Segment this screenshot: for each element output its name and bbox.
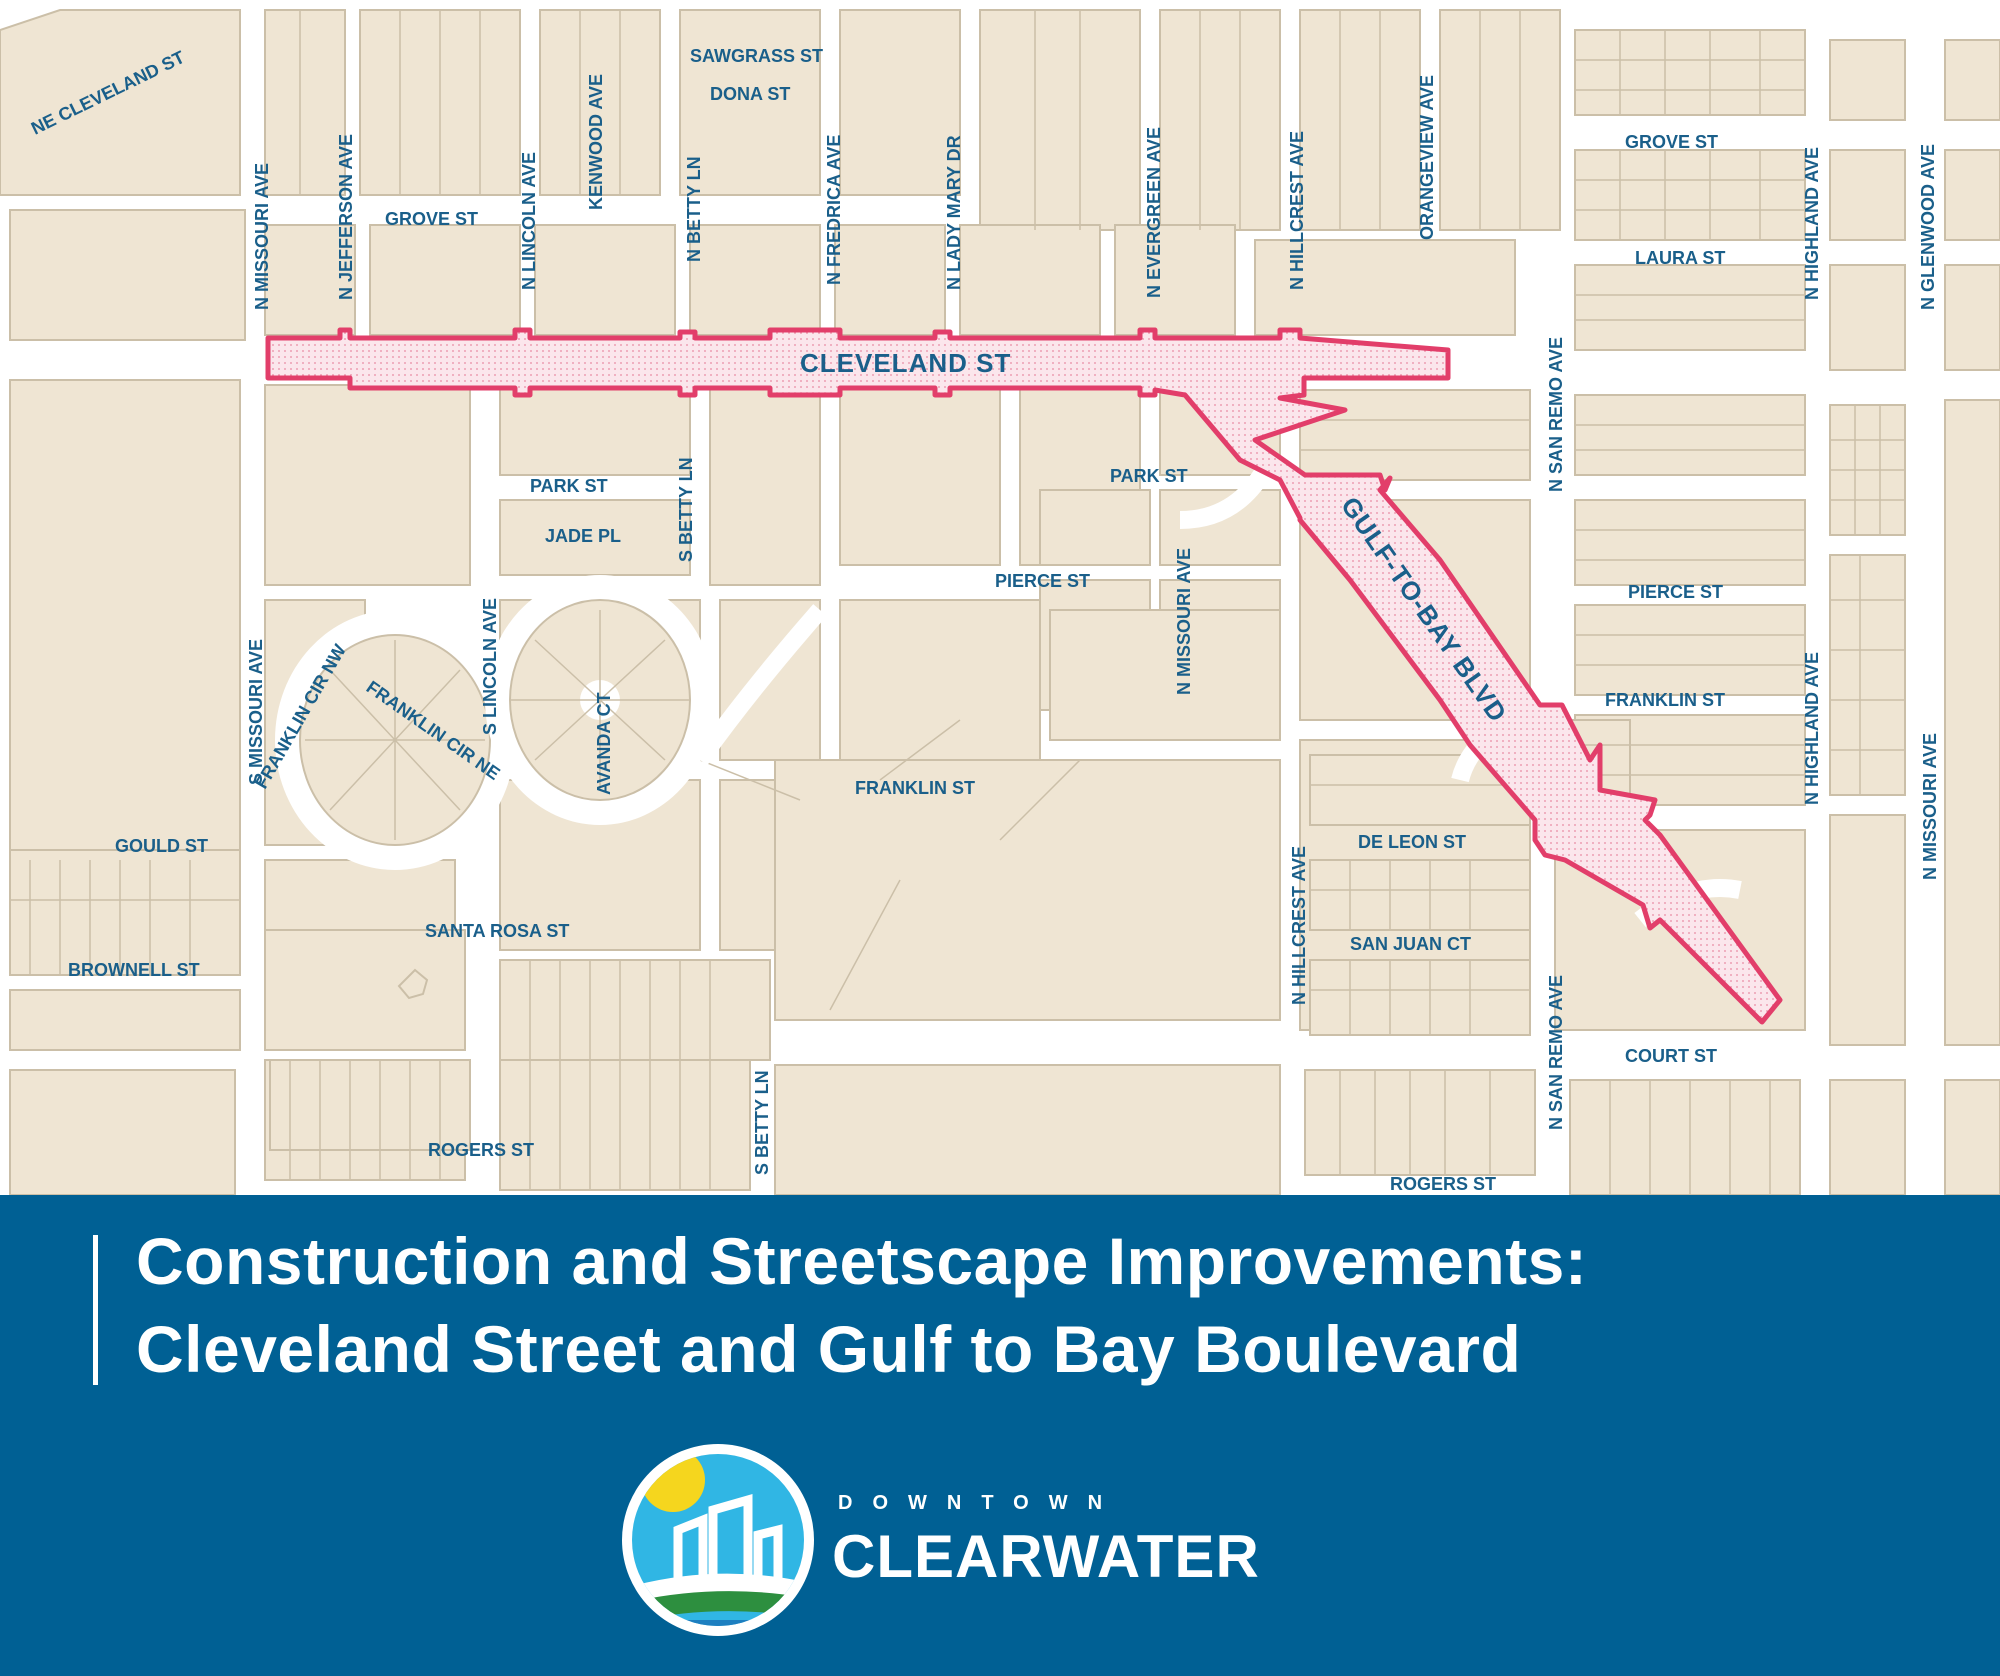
label-pierce-east: PIERCE ST [1628, 582, 1723, 602]
label-n-jefferson: N JEFFERSON AVE [336, 134, 356, 300]
label-grove-west: GROVE ST [385, 209, 478, 229]
label-brownell: BROWNELL ST [68, 960, 200, 980]
label-n-hillcrest-bottom: N HILLCREST AVE [1289, 846, 1309, 1005]
map-area: SAWGRASS ST DONA ST GROVE ST GROVE ST LA… [0, 0, 2000, 1195]
label-laura: LAURA ST [1635, 248, 1725, 268]
label-s-missouri: S MISSOURI AVE [246, 639, 266, 785]
label-n-san-remo-bottom: N SAN REMO AVE [1546, 975, 1566, 1130]
label-n-missouri: N MISSOURI AVE [252, 163, 272, 310]
label-park-west: PARK ST [530, 476, 608, 496]
label-n-missouri-east: N MISSOURI AVE [1920, 733, 1940, 880]
label-n-missouri-mid: N MISSOURI AVE [1174, 548, 1194, 695]
label-s-betty-bottom: S BETTY LN [752, 1070, 772, 1175]
label-n-highland-top: N HIGHLAND AVE [1802, 147, 1822, 300]
label-park-east: PARK ST [1110, 466, 1188, 486]
label-jade: JADE PL [545, 526, 621, 546]
label-grove-east: GROVE ST [1625, 132, 1718, 152]
label-n-glenwood: N GLENWOOD AVE [1918, 144, 1938, 310]
label-pierce-west: PIERCE ST [995, 571, 1090, 591]
label-n-san-remo-top: N SAN REMO AVE [1546, 337, 1566, 492]
label-s-betty-mid: S BETTY LN [676, 457, 696, 562]
label-franklin-east: FRANKLIN ST [1605, 690, 1725, 710]
label-santa-rosa: SANTA ROSA ST [425, 921, 569, 941]
logo-brand-top: DOWNTOWN [838, 1492, 1123, 1514]
title-accent-bar [93, 1235, 98, 1385]
label-n-betty: N BETTY LN [684, 156, 704, 262]
label-n-lady-mary: N LADY MARY DR [944, 135, 964, 290]
label-dona: DONA ST [710, 84, 790, 104]
label-s-lincoln: S LINCOLN AVE [480, 598, 500, 735]
label-franklin-west: FRANKLIN ST [855, 778, 975, 798]
label-de-leon: DE LEON ST [1358, 832, 1466, 852]
label-gould: GOULD ST [115, 836, 208, 856]
label-n-highland-bottom: N HIGHLAND AVE [1802, 652, 1822, 805]
label-kenwood: KENWOOD AVE [586, 74, 606, 210]
label-n-hillcrest-top: N HILLCREST AVE [1287, 131, 1307, 290]
banner-title: Construction and Streetscape Improvement… [136, 1217, 1976, 1393]
clearwater-logo-icon [622, 1444, 814, 1636]
label-cleveland: CLEVELAND ST [800, 348, 1011, 378]
banner-title-line-2: Cleveland Street and Gulf to Bay Bouleva… [136, 1312, 1522, 1386]
label-rogers-east: ROGERS ST [1390, 1174, 1496, 1194]
label-court: COURT ST [1625, 1046, 1717, 1066]
label-n-fredrica: N FREDRICA AVE [824, 135, 844, 285]
label-orangeview: ORANGEVIEW AVE [1417, 75, 1437, 240]
label-n-evergreen: N EVERGREEN AVE [1144, 127, 1164, 298]
label-san-juan: SAN JUAN CT [1350, 934, 1471, 954]
logo-brand-main: CLEARWATER [832, 1523, 1260, 1590]
label-rogers-west: ROGERS ST [428, 1140, 534, 1160]
banner-title-line-1: Construction and Streetscape Improvement… [136, 1224, 1588, 1298]
label-sawgrass: SAWGRASS ST [690, 46, 823, 66]
label-avanda: AVANDA CT [594, 692, 614, 795]
label-n-lincoln: N LINCOLN AVE [519, 152, 539, 290]
downtown-clearwater-logo: DOWNTOWN CLEARWATER [618, 1440, 1259, 1650]
street-map: SAWGRASS ST DONA ST GROVE ST GROVE ST LA… [0, 0, 2000, 1195]
